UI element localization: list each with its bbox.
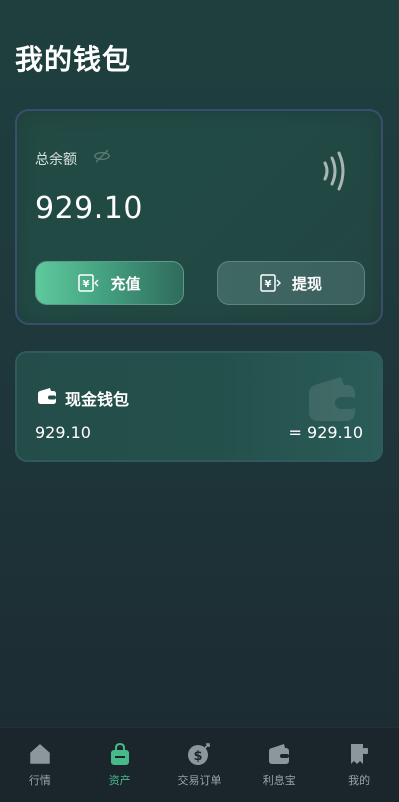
tab-orders[interactable]: $ 交易订单 (160, 728, 240, 802)
balance-card: 总余额 929.10 ¥ 充值 ¥ 提现 (15, 109, 383, 325)
tab-profile-label: 我的 (348, 774, 371, 787)
profile-receipt-icon (351, 744, 369, 764)
withdraw-label: 提现 (291, 274, 322, 293)
tab-assets-label: 资产 (108, 774, 131, 787)
dollar-coin-icon: $ (188, 743, 211, 765)
balance-amount: 929.10 (35, 191, 143, 226)
recharge-button[interactable]: ¥ 充值 (35, 261, 184, 305)
tab-market[interactable]: 行情 (0, 728, 80, 802)
withdraw-button[interactable]: ¥ 提现 (217, 261, 365, 305)
wallet-amount: 929.10 (35, 423, 91, 442)
cash-wallet-card[interactable]: 现金钱包 929.10 = 929.10 (15, 351, 383, 462)
svg-text:¥: ¥ (265, 279, 272, 290)
recharge-label: 充值 (110, 274, 141, 293)
nfc-icon (323, 151, 345, 191)
balance-label: 总余额 (35, 152, 77, 168)
eye-off-icon[interactable] (93, 147, 111, 165)
bottom-tab-bar: 行情 资产 $ 交易订单 利息宝 我的 (0, 727, 399, 802)
wallet-converted-amount: = 929.10 (288, 423, 363, 442)
tab-profile[interactable]: 我的 (319, 728, 399, 802)
tab-interest-label: 利息宝 (262, 774, 296, 787)
tab-orders-label: 交易订单 (177, 774, 222, 787)
home-icon (30, 744, 50, 764)
wallet-title: 现金钱包 (65, 390, 130, 409)
bag-icon (110, 742, 129, 765)
recharge-yen-icon: ¥ (78, 274, 99, 292)
withdraw-yen-icon: ¥ (260, 274, 281, 292)
wallet-watermark-icon (309, 377, 357, 421)
svg-text:$: $ (194, 749, 203, 764)
wallet-icon (38, 388, 56, 404)
page-title: 我的钱包 (15, 43, 132, 76)
wallet-card-icon (269, 744, 290, 764)
tab-assets[interactable]: 资产 (80, 728, 160, 802)
svg-text:¥: ¥ (83, 279, 90, 290)
tab-market-label: 行情 (28, 774, 51, 787)
tab-interest[interactable]: 利息宝 (239, 728, 319, 802)
